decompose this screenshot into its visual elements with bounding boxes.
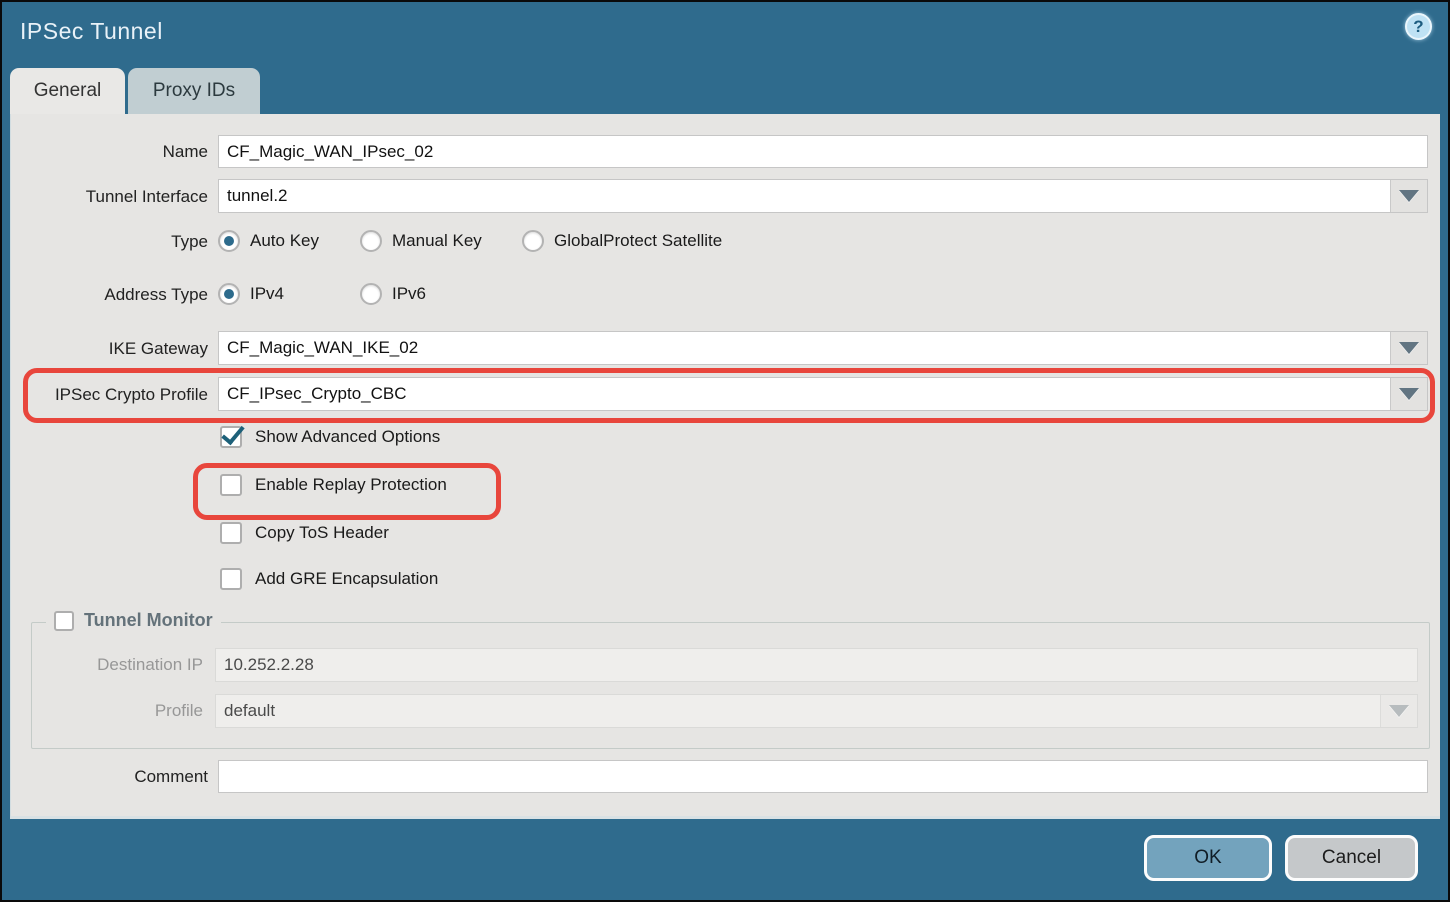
checkbox-icon <box>220 522 242 544</box>
type-label: Type <box>11 232 208 252</box>
checkbox-add-gre-encapsulation[interactable]: Add GRE Encapsulation <box>220 568 438 590</box>
radio-auto-key-label: Auto Key <box>250 231 319 251</box>
checkbox-show-advanced-options[interactable]: Show Advanced Options <box>220 426 440 448</box>
tunnel-monitor-label: Tunnel Monitor <box>84 610 213 631</box>
radio-auto-key[interactable]: Auto Key <box>218 230 319 252</box>
tunnel-interface-label: Tunnel Interface <box>11 187 208 207</box>
comment-input[interactable] <box>219 761 1427 792</box>
cancel-button[interactable]: Cancel <box>1285 835 1418 881</box>
radio-manual-key-label: Manual Key <box>392 231 482 251</box>
radio-icon <box>218 283 240 305</box>
address-type-label: Address Type <box>11 285 208 305</box>
chevron-down-icon <box>1389 705 1409 717</box>
ipsec-crypto-profile-dropdown-button[interactable] <box>1390 378 1427 410</box>
checkbox-icon <box>54 611 74 631</box>
dialog-footer: OK Cancel <box>2 819 1448 900</box>
ipsec-tunnel-dialog: IPSec Tunnel ? General Proxy IDs Name Tu… <box>0 0 1450 902</box>
name-field-wrap <box>218 135 1428 168</box>
tab-proxy-ids[interactable]: Proxy IDs <box>128 68 260 114</box>
help-icon[interactable]: ? <box>1405 13 1432 40</box>
profile-select: default <box>215 694 1418 728</box>
destination-ip-field: 10.252.2.28 <box>215 648 1418 682</box>
ipsec-crypto-profile-value: CF_IPsec_Crypto_CBC <box>227 378 1387 410</box>
checkbox-add-gre-encapsulation-label: Add GRE Encapsulation <box>255 569 438 589</box>
tunnel-monitor-group: Tunnel Monitor <box>31 622 1430 749</box>
dialog-title: IPSec Tunnel <box>20 18 163 45</box>
checkbox-copy-tos-header-label: Copy ToS Header <box>255 523 389 543</box>
tab-general-label: General <box>34 80 102 102</box>
destination-ip-label: Destination IP <box>11 655 203 675</box>
checkbox-enable-replay-protection[interactable]: Enable Replay Protection <box>220 474 447 496</box>
radio-globalprotect-satellite-label: GlobalProtect Satellite <box>554 231 722 251</box>
destination-ip-value: 10.252.2.28 <box>224 649 1409 681</box>
ike-gateway-label: IKE Gateway <box>11 339 208 359</box>
comment-label: Comment <box>11 767 208 787</box>
chevron-down-icon <box>1399 388 1419 400</box>
tunnel-interface-dropdown-button[interactable] <box>1390 180 1427 212</box>
comment-field-wrap <box>218 760 1428 793</box>
chevron-down-icon <box>1399 342 1419 354</box>
ok-button[interactable]: OK <box>1144 835 1272 881</box>
radio-icon <box>360 283 382 305</box>
general-tab-panel: Name Tunnel Interface tunnel.2 Type Auto… <box>10 114 1440 819</box>
ipsec-crypto-profile-label: IPSec Crypto Profile <box>11 385 208 405</box>
tunnel-interface-value: tunnel.2 <box>227 180 1387 212</box>
chevron-down-icon <box>1399 190 1419 202</box>
radio-ipv4-label: IPv4 <box>250 284 284 304</box>
name-label: Name <box>11 142 208 162</box>
radio-icon <box>522 230 544 252</box>
profile-label: Profile <box>11 701 203 721</box>
cancel-button-label: Cancel <box>1322 847 1381 869</box>
name-input[interactable] <box>219 136 1427 167</box>
radio-globalprotect-satellite[interactable]: GlobalProtect Satellite <box>522 230 722 252</box>
ok-button-label: OK <box>1194 847 1221 869</box>
radio-ipv6-label: IPv6 <box>392 284 426 304</box>
ike-gateway-select[interactable]: CF_Magic_WAN_IKE_02 <box>218 331 1428 365</box>
radio-icon <box>360 230 382 252</box>
tab-general[interactable]: General <box>10 68 125 114</box>
dialog-titlebar: IPSec Tunnel ? <box>2 2 1448 66</box>
radio-icon <box>218 230 240 252</box>
profile-dropdown-button <box>1380 695 1417 727</box>
checkbox-tunnel-monitor[interactable]: Tunnel Monitor <box>46 610 221 631</box>
ike-gateway-value: CF_Magic_WAN_IKE_02 <box>227 332 1387 364</box>
checkbox-copy-tos-header[interactable]: Copy ToS Header <box>220 522 389 544</box>
tunnel-interface-select[interactable]: tunnel.2 <box>218 179 1428 213</box>
ipsec-crypto-profile-select[interactable]: CF_IPsec_Crypto_CBC <box>218 377 1428 411</box>
tab-proxy-ids-label: Proxy IDs <box>153 80 235 102</box>
checkbox-icon <box>220 568 242 590</box>
ike-gateway-dropdown-button[interactable] <box>1390 332 1427 364</box>
checkbox-enable-replay-protection-label: Enable Replay Protection <box>255 475 447 495</box>
checkbox-icon <box>220 474 242 496</box>
radio-manual-key[interactable]: Manual Key <box>360 230 482 252</box>
radio-ipv4[interactable]: IPv4 <box>218 283 284 305</box>
checkbox-icon <box>220 426 242 448</box>
checkbox-show-advanced-options-label: Show Advanced Options <box>255 427 440 447</box>
profile-value: default <box>224 695 1377 727</box>
radio-ipv6[interactable]: IPv6 <box>360 283 426 305</box>
